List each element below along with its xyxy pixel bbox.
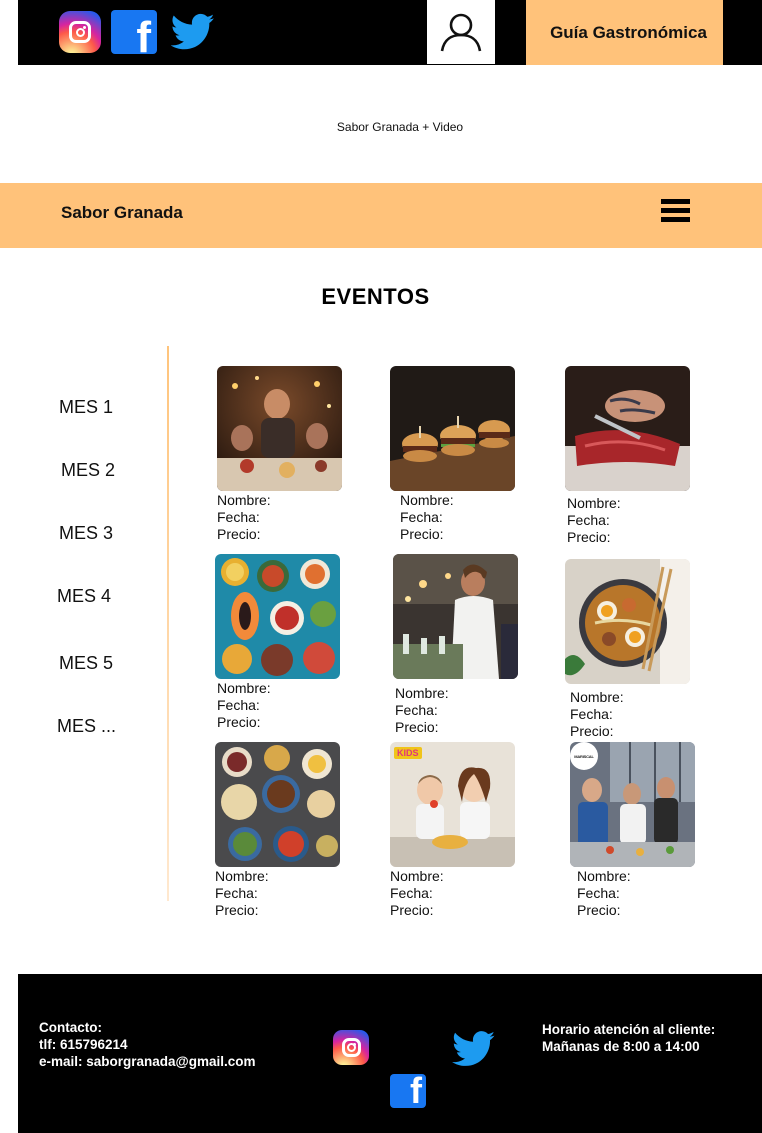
event-price-label: Precio: — [400, 526, 444, 542]
event-info-8: Nombre: Fecha: Precio: — [390, 868, 444, 919]
footer-contact: Contacto: tlf: 615796214 e-mail: saborgr… — [39, 1019, 255, 1070]
hours-value: Mañanas de 8:00 a 14:00 — [542, 1039, 700, 1054]
twitter-icon[interactable] — [170, 12, 215, 52]
event-info-9: Nombre: Fecha: Precio: — [577, 868, 631, 919]
event-name-label: Nombre: — [570, 689, 624, 705]
event-info-5: Nombre: Fecha: Precio: — [395, 685, 449, 736]
event-photo-cooking-class[interactable]: MARISCAL — [570, 742, 695, 867]
event-date-label: Fecha: — [217, 697, 260, 713]
event-price-label: Precio: — [570, 723, 614, 739]
mariscal-logo: MARISCAL — [570, 742, 598, 770]
twitter-icon[interactable] — [452, 1031, 496, 1067]
event-info-3: Nombre: Fecha: Precio: — [567, 495, 621, 546]
month-item-4[interactable]: MES 4 — [57, 586, 111, 607]
event-name-label: Nombre: — [577, 868, 631, 884]
event-photo-christmas-dinner[interactable] — [217, 366, 342, 491]
hamburger-menu-icon[interactable] — [661, 199, 690, 224]
month-item-more[interactable]: MES ... — [57, 716, 116, 737]
contact-title: Contacto: — [39, 1020, 102, 1035]
event-name-label: Nombre: — [217, 492, 271, 508]
event-name-label: Nombre: — [215, 868, 269, 884]
event-photo-chef-serving[interactable] — [393, 554, 518, 679]
event-date-label: Fecha: — [395, 702, 438, 718]
event-date-label: Fecha: — [390, 885, 433, 901]
event-name-label: Nombre: — [390, 868, 444, 884]
contact-phone[interactable]: tlf: 615796214 — [39, 1036, 255, 1053]
video-label: Sabor Granada + Video — [336, 120, 464, 134]
event-price-label: Precio: — [395, 719, 439, 735]
month-item-5[interactable]: MES 5 — [59, 653, 113, 674]
instagram-icon[interactable] — [59, 11, 101, 53]
facebook-icon[interactable]: f — [111, 10, 157, 54]
event-info-6: Nombre: Fecha: Precio: — [570, 689, 624, 740]
facebook-icon[interactable]: f — [390, 1074, 426, 1108]
mariscal-badge-text: MARISCAL — [574, 753, 594, 759]
event-price-label: Precio: — [217, 714, 261, 730]
event-price-label: Precio: — [567, 529, 611, 545]
guia-gastronomica-button[interactable]: Guía Gastronómica — [526, 0, 723, 65]
kids-badge: KIDS — [394, 747, 422, 759]
event-price-label: Precio: — [577, 902, 621, 918]
event-price-label: Precio: — [390, 902, 434, 918]
user-icon — [440, 13, 482, 52]
event-photo-ramen-bowl[interactable] — [565, 559, 690, 684]
brand-name[interactable]: Sabor Granada — [61, 203, 183, 223]
event-info-4: Nombre: Fecha: Precio: — [217, 680, 271, 731]
event-info-1: Nombre: Fecha: Precio: — [217, 492, 271, 543]
event-name-label: Nombre: — [217, 680, 271, 696]
event-date-label: Fecha: — [215, 885, 258, 901]
event-name-label: Nombre: — [567, 495, 621, 511]
event-photo-kids-cooking[interactable]: KIDS — [390, 742, 515, 867]
event-name-label: Nombre: — [395, 685, 449, 701]
event-price-label: Precio: — [215, 902, 259, 918]
event-info-2: Nombre: Fecha: Precio: — [400, 492, 454, 543]
event-info-7: Nombre: Fecha: Precio: — [215, 868, 269, 919]
event-photo-mezze-table[interactable] — [215, 742, 340, 867]
user-account-button[interactable] — [427, 0, 495, 64]
month-item-3[interactable]: MES 3 — [59, 523, 113, 544]
event-photo-mini-burgers[interactable] — [390, 366, 515, 491]
month-item-1[interactable]: MES 1 — [59, 397, 113, 418]
instagram-icon[interactable] — [333, 1030, 369, 1065]
contact-email[interactable]: e-mail: saborgranada@gmail.com — [39, 1053, 255, 1070]
event-date-label: Fecha: — [577, 885, 620, 901]
event-date-label: Fecha: — [217, 509, 260, 525]
vertical-divider — [167, 346, 169, 901]
event-name-label: Nombre: — [400, 492, 454, 508]
event-photo-tuna-cutting[interactable] — [565, 366, 690, 491]
event-photo-colorful-dishes[interactable] — [215, 554, 340, 679]
hours-title: Horario atención al cliente: — [542, 1022, 716, 1037]
footer-hours: Horario atención al cliente: Mañanas de … — [542, 1021, 715, 1055]
event-date-label: Fecha: — [567, 512, 610, 528]
month-item-2[interactable]: MES 2 — [61, 460, 115, 481]
event-price-label: Precio: — [217, 526, 261, 542]
page-title: EVENTOS — [321, 284, 430, 309]
event-date-label: Fecha: — [570, 706, 613, 722]
event-date-label: Fecha: — [400, 509, 443, 525]
